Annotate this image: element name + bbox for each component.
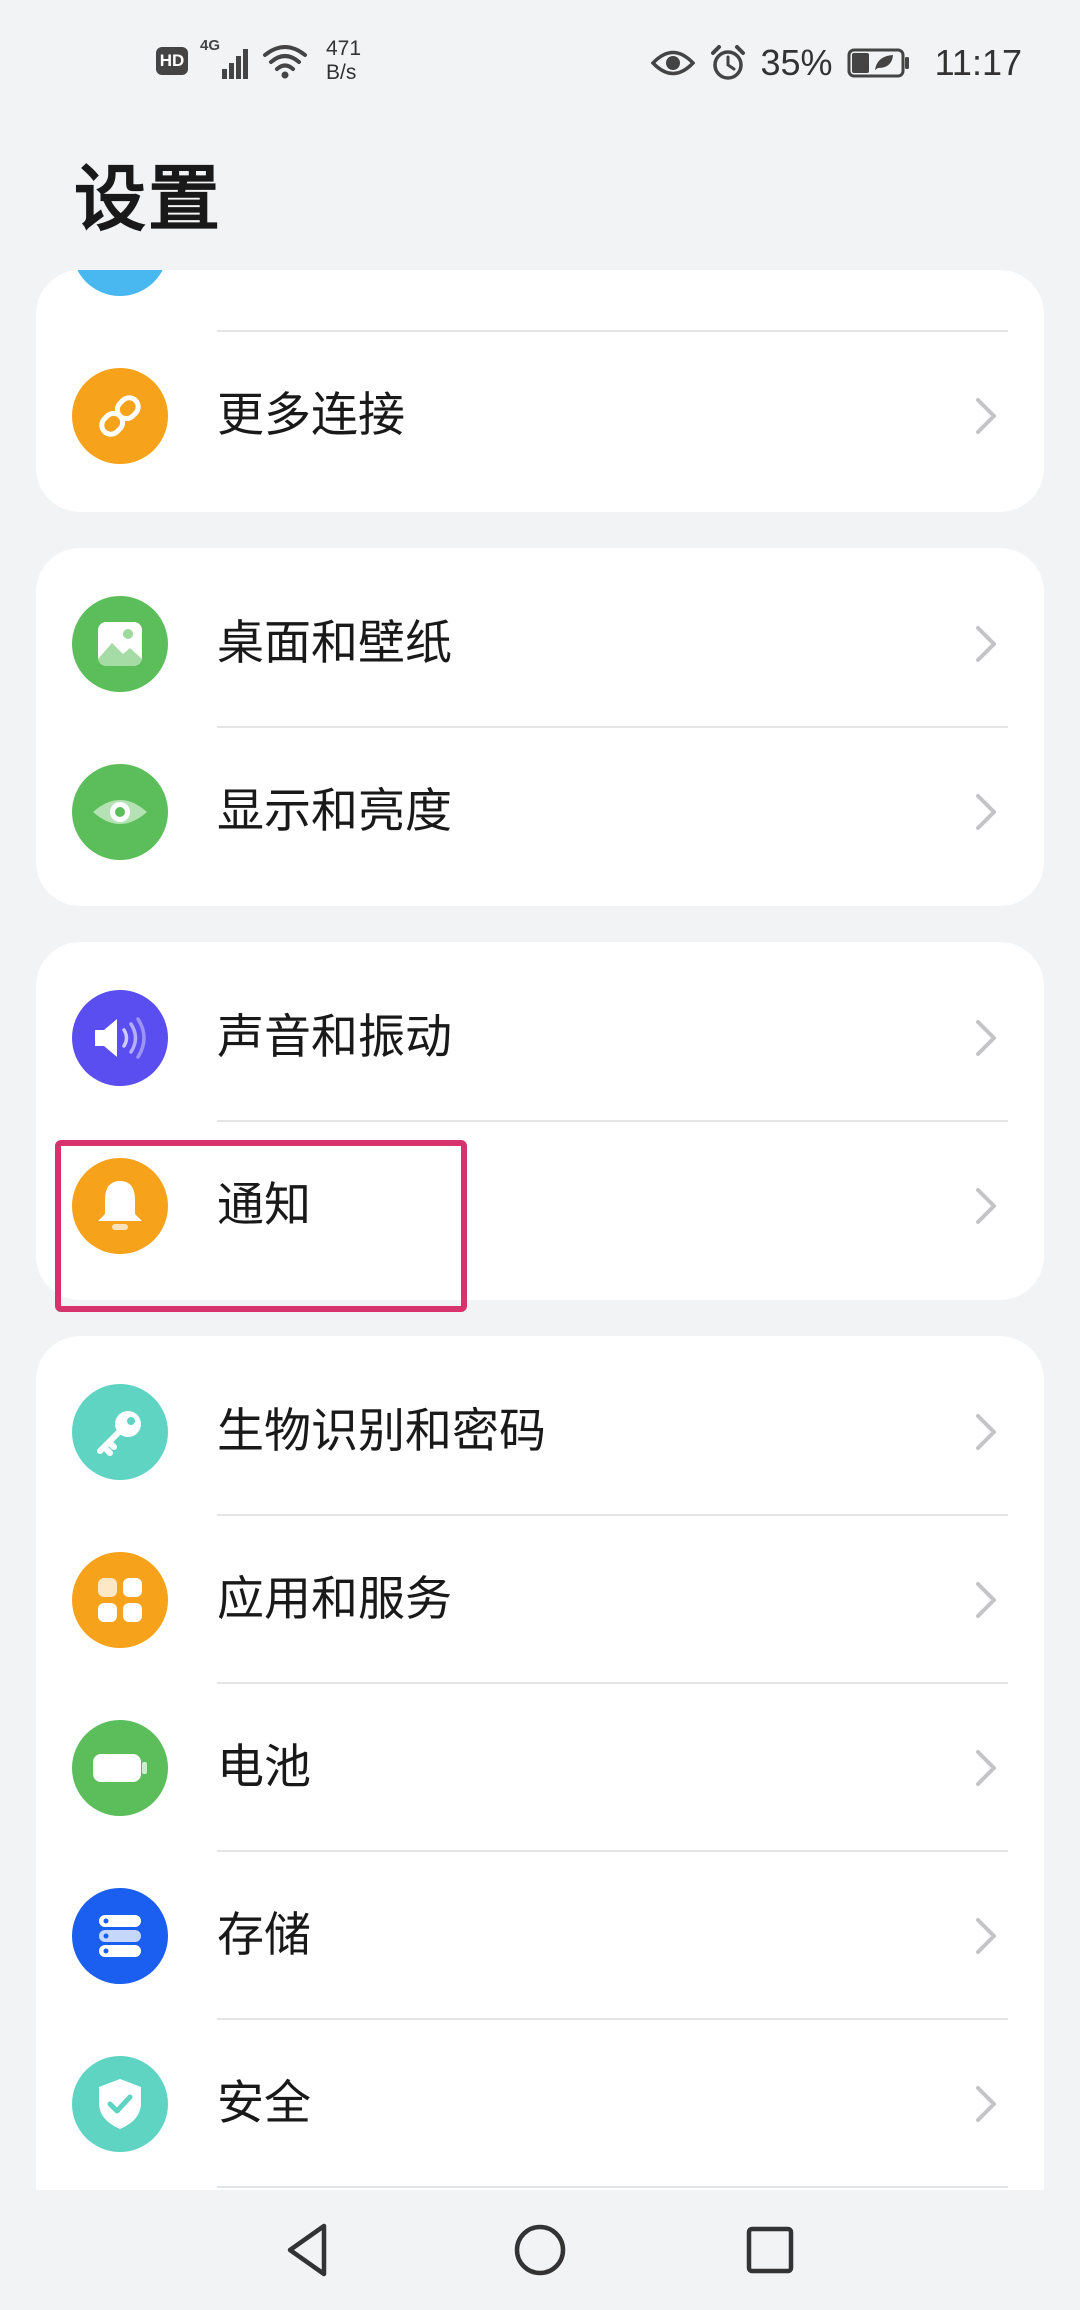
settings-item-label: 安全: [217, 2076, 311, 2131]
wifi-icon: [263, 45, 307, 79]
wallpaper-icon: [72, 596, 168, 692]
settings-group-system: 生物识别和密码 应用和服务 电池 存储 安全: [36, 1336, 1044, 2190]
home-button[interactable]: [498, 2208, 582, 2292]
eye-comfort-icon: [650, 50, 695, 76]
settings-item-label: 更多连接: [217, 388, 405, 443]
settings-item-label: 存储: [217, 1908, 311, 1963]
home-circle-icon: [514, 2224, 566, 2276]
chevron-right-icon: [976, 794, 996, 830]
battery-percent: 35%: [760, 42, 833, 83]
settings-item-label: 显示和亮度: [217, 784, 452, 839]
battery-saver-icon: [847, 48, 909, 78]
link-icon: [72, 368, 168, 464]
settings-item-label: 电池: [217, 1740, 311, 1795]
settings-item-biometrics-password[interactable]: 生物识别和密码: [36, 1348, 1044, 1516]
chevron-right-icon: [976, 1188, 996, 1224]
speaker-icon: [72, 990, 168, 1086]
chevron-right-icon: [976, 1918, 996, 1954]
settings-item-apps-services[interactable]: 应用和服务: [36, 1516, 1044, 1684]
alarm-icon: [710, 45, 745, 80]
settings-item-battery[interactable]: 电池: [36, 1684, 1044, 1852]
recents-square-icon: [746, 2226, 794, 2274]
settings-item-label: 生物识别和密码: [217, 1404, 546, 1459]
settings-item-sound-vibration[interactable]: 声音和振动: [36, 954, 1044, 1122]
settings-item-desktop-wallpaper[interactable]: 桌面和壁纸: [36, 560, 1044, 728]
settings-item-label: 声音和振动: [217, 1010, 452, 1065]
navigation-bar: [0, 2190, 1080, 2310]
recents-button[interactable]: [728, 2208, 812, 2292]
chevron-right-icon: [976, 1750, 996, 1786]
divider: [217, 2186, 1008, 2188]
settings-group-display: 桌面和壁纸 显示和亮度: [36, 548, 1044, 906]
chevron-right-icon: [976, 1020, 996, 1056]
back-button[interactable]: [266, 2208, 350, 2292]
chevron-right-icon: [976, 398, 996, 434]
apps-grid-icon: [72, 1552, 168, 1648]
status-bar: HD 4G 471 B/s 35% 11:17: [0, 0, 1080, 125]
storage-icon: [72, 1888, 168, 1984]
chevron-right-icon: [976, 626, 996, 662]
settings-item-security[interactable]: 安全: [36, 2020, 1044, 2188]
settings-item-label: 桌面和壁纸: [217, 616, 452, 671]
settings-item-more-connections[interactable]: 更多连接: [36, 332, 1044, 500]
settings-item-label: 应用和服务: [217, 1572, 452, 1627]
battery-icon: [72, 1720, 168, 1816]
chevron-right-icon: [976, 1414, 996, 1450]
page-title: 设置: [74, 157, 223, 241]
settings-item-display-brightness[interactable]: 显示和亮度: [36, 728, 1044, 896]
settings-group-connections: 更多连接: [36, 270, 1044, 512]
hd-voice-icon: HD: [156, 47, 188, 75]
highlight-annotation: [55, 1140, 467, 1312]
key-icon: [72, 1384, 168, 1480]
clock: 11:17: [934, 42, 1022, 83]
chevron-right-icon: [976, 1582, 996, 1618]
settings-item-storage[interactable]: 存储: [36, 1852, 1044, 2020]
shield-icon: [72, 2056, 168, 2152]
partial-row-icon: [72, 270, 168, 296]
network-speed: 471 B/s: [326, 37, 362, 84]
cellular-signal-icon: 4G: [200, 37, 250, 81]
chevron-right-icon: [976, 2086, 996, 2122]
eye-icon: [72, 764, 168, 860]
back-triangle-icon: [287, 2223, 327, 2277]
